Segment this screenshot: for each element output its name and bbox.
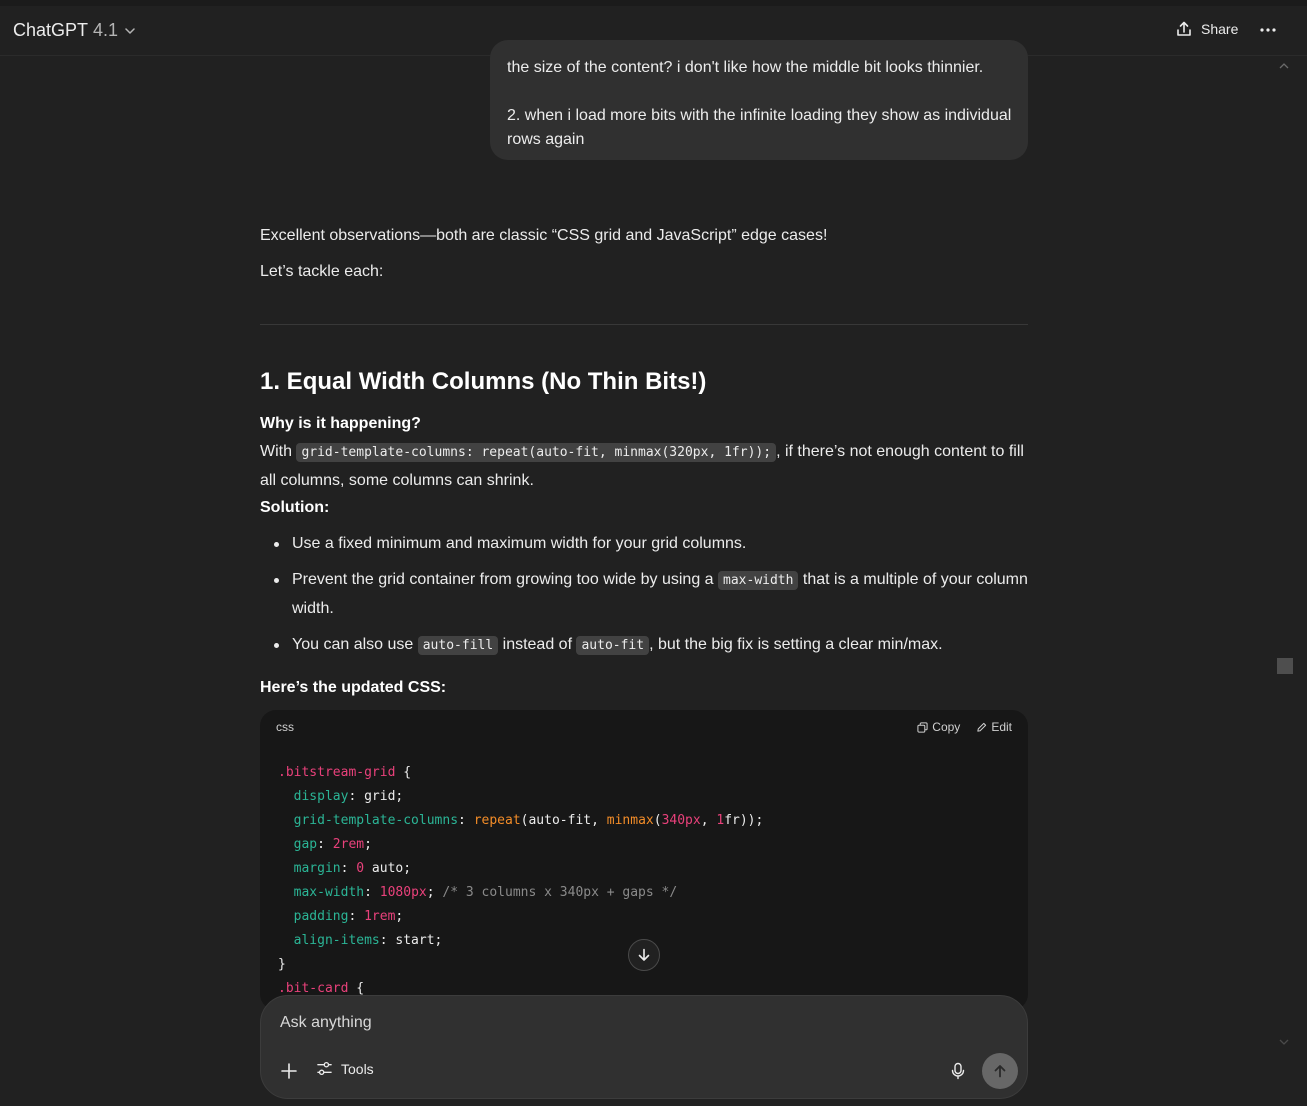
share-label: Share (1201, 21, 1239, 37)
assistant-paragraph: Excellent observations—both are classic … (260, 227, 828, 244)
microphone-icon (950, 1062, 966, 1080)
microphone-button[interactable] (947, 1060, 969, 1082)
tools-button[interactable]: Tools (316, 1060, 374, 1077)
scrollbar-thumb[interactable] (1277, 658, 1293, 674)
user-message-bubble: the size of the content? i don't like ho… (490, 40, 1028, 160)
list-item: Use a fixed minimum and maximum width fo… (274, 530, 1028, 558)
model-version: 4.1 (93, 20, 119, 40)
sliders-icon (316, 1060, 341, 1077)
inline-code: auto-fill (417, 636, 499, 655)
plus-icon (280, 1062, 298, 1080)
prompt-input[interactable] (280, 1014, 980, 1032)
list-item: You can also use auto-fill instead of au… (274, 631, 1028, 660)
user-message-line: the size of the content? i don't like ho… (507, 59, 984, 76)
share-button[interactable]: Share (1175, 20, 1238, 38)
solution-heading: Solution: (260, 499, 330, 516)
copy-button[interactable]: Copy (917, 720, 960, 734)
code-language-label: css (276, 720, 294, 734)
copy-icon (917, 721, 932, 733)
scroll-to-bottom-button[interactable] (628, 939, 660, 971)
inline-code: auto-fit (576, 636, 650, 655)
more-horizontal-icon (1259, 27, 1277, 33)
list-item: Prevent the grid container from growing … (274, 566, 1028, 623)
explanation-paragraph: With grid-template-columns: repeat(auto-… (260, 443, 1024, 489)
edit-button[interactable]: Edit (976, 720, 1012, 734)
edit-icon (976, 722, 991, 733)
arrow-down-icon (636, 947, 652, 963)
user-message-line: 2. when i load more bits with the infini… (507, 107, 1012, 148)
inline-code: max-width (718, 571, 799, 590)
composer: Tools (260, 995, 1028, 1099)
more-options-button[interactable] (1256, 18, 1280, 42)
arrow-up-icon (992, 1063, 1008, 1079)
code-content: .bitstream-grid { display: grid; grid-te… (278, 765, 764, 996)
divider (260, 324, 1028, 325)
chevron-down-icon (124, 25, 136, 37)
share-icon (1175, 20, 1201, 38)
model-selector-button[interactable]: ChatGPT 4.1 (13, 20, 136, 41)
send-button[interactable] (982, 1053, 1018, 1089)
inline-code: grid-template-columns: repeat(auto-fit, … (296, 443, 777, 462)
updated-css-heading: Here’s the updated CSS: (260, 679, 447, 696)
scrollbar-up-arrow[interactable] (1278, 58, 1290, 76)
scrollbar-down-arrow[interactable] (1278, 1034, 1290, 1052)
model-name: ChatGPT (13, 20, 89, 40)
code-actions: Copy Edit (901, 720, 1012, 734)
section-heading: 1. Equal Width Columns (No Thin Bits!) (260, 368, 707, 395)
why-heading: Why is it happening? (260, 415, 421, 432)
add-attachment-button[interactable] (278, 1060, 300, 1082)
solution-list: Use a fixed minimum and maximum width fo… (260, 530, 1028, 668)
assistant-paragraph: Let’s tackle each: (260, 263, 384, 280)
